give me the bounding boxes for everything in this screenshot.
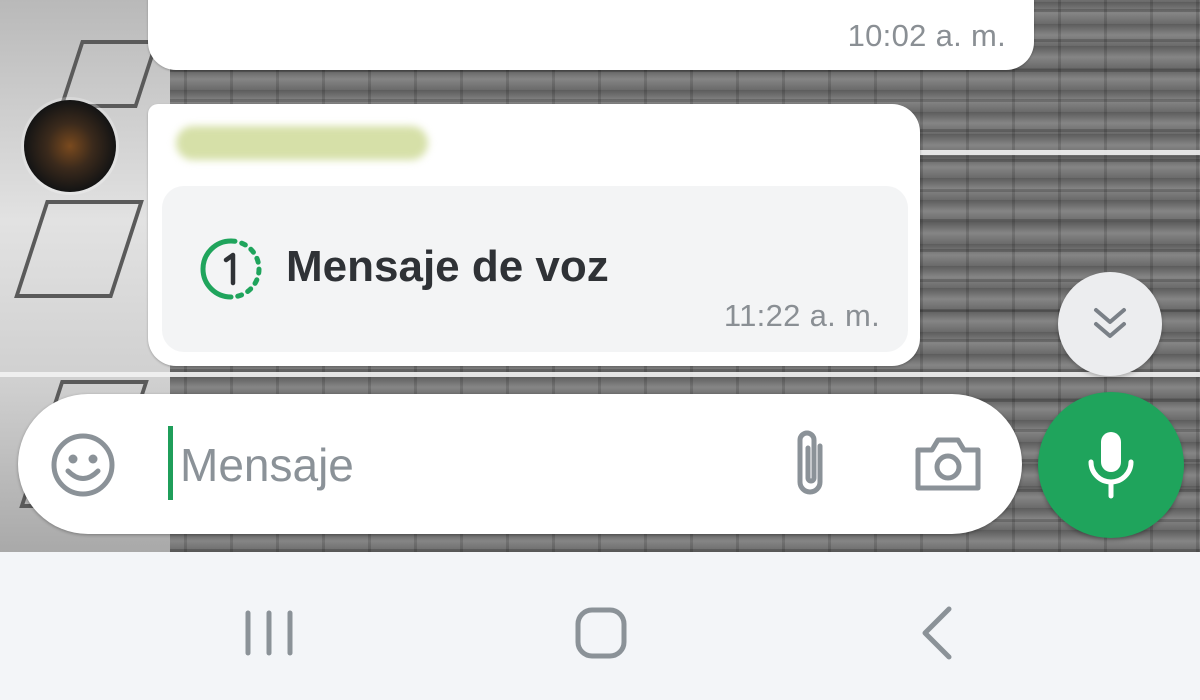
view-once-1-icon: [200, 238, 262, 300]
microphone-icon: [1088, 432, 1134, 499]
home-icon: [575, 607, 627, 659]
text-caret: [168, 426, 173, 500]
double-chevron-down-icon: [1094, 308, 1126, 338]
back-button[interactable]: [892, 598, 982, 668]
camera-icon[interactable]: [912, 434, 984, 494]
recents-button[interactable]: [224, 598, 314, 668]
voice-record-button[interactable]: [1038, 392, 1184, 538]
back-icon: [922, 606, 952, 660]
message-bubble-voice[interactable]: Mensaje de voz 11:22 a. m.: [148, 104, 920, 366]
smiley-icon[interactable]: [48, 430, 118, 500]
message-input[interactable]: [178, 424, 742, 506]
paperclip-icon[interactable]: [784, 424, 838, 504]
message-bubble-previous[interactable]: 10:02 a. m.: [148, 0, 1034, 70]
message-timestamp: 10:02 a. m.: [847, 18, 1006, 53]
message-timestamp: 11:22 a. m.: [723, 298, 880, 333]
voice-message-card[interactable]: Mensaje de voz 11:22 a. m.: [162, 186, 908, 352]
wallpaper-line: [0, 372, 1200, 377]
message-composer: [18, 394, 1022, 534]
wallpaper-line: [920, 150, 1200, 155]
system-navigation-bar: [0, 552, 1200, 700]
scroll-to-bottom-button[interactable]: [1058, 272, 1162, 376]
avatar[interactable]: [24, 100, 116, 192]
sender-name-redacted: [176, 126, 428, 160]
recents-icon: [245, 610, 293, 656]
home-button[interactable]: [556, 598, 646, 668]
voice-message-label: Mensaje de voz: [286, 242, 609, 291]
